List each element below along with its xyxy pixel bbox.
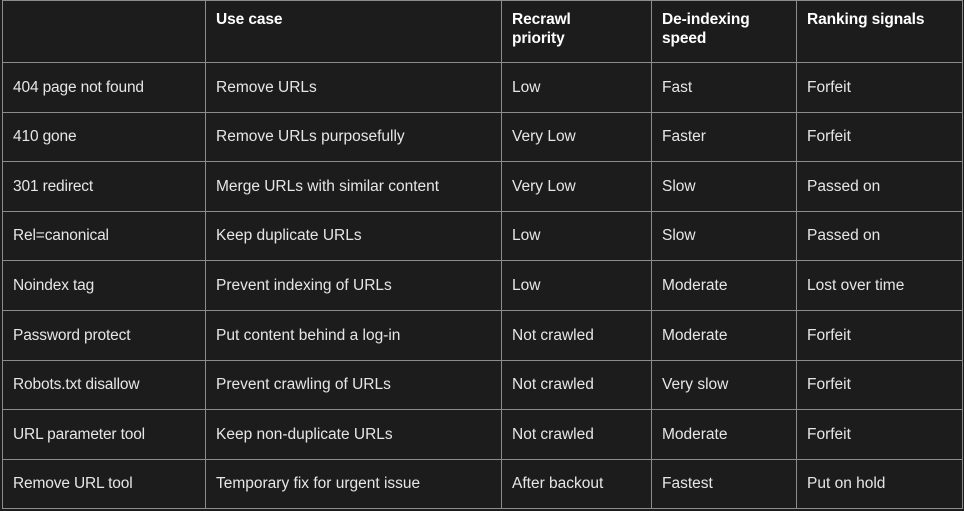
row-label-method: URL parameter tool — [2, 409, 206, 460]
cell-deindexing-speed: Moderate — [651, 409, 797, 460]
table-corner-cell — [2, 0, 206, 63]
table-body: 404 page not found Remove URLs Low Fast Forf… — [2, 62, 963, 510]
cell-recrawl-priority: Not crawled — [501, 409, 652, 460]
table-row: 410 gone Remove URLs purposefully Very Low… — [2, 111, 963, 163]
table-row: 301 redirect Merge URLs with similar cont… — [2, 161, 963, 212]
cell-use-case: Keep non-duplicate URLs — [205, 409, 502, 460]
cell-ranking-signals: Passed on — [796, 161, 963, 212]
cell-deindexing-speed: Slow — [651, 210, 797, 262]
cell-ranking-signals: Forfeit — [796, 409, 963, 460]
row-label-method: 410 gone — [2, 111, 206, 163]
column-header-recrawl-priority: Recrawl priority — [501, 0, 652, 63]
cell-use-case: Merge URLs with similar content — [205, 161, 502, 212]
row-label-method: Robots.txt disallow — [2, 359, 206, 411]
cell-use-case: Keep duplicate URLs — [205, 210, 502, 262]
cell-use-case: Put content behind a log-in — [205, 309, 502, 361]
cell-use-case: Prevent crawling of URLs — [205, 359, 502, 411]
seo-url-removal-comparison-table: Use case Recrawl priority De-indexing sp… — [2, 0, 963, 510]
cell-deindexing-speed: Very slow — [651, 359, 797, 411]
cell-deindexing-speed: Faster — [651, 111, 797, 163]
cell-ranking-signals: Passed on — [796, 210, 963, 262]
row-label-method: Noindex tag — [2, 260, 206, 311]
table-header: Use case Recrawl priority De-indexing sp… — [2, 0, 963, 63]
cell-recrawl-priority: Low — [501, 260, 652, 311]
cell-deindexing-speed: Fastest — [651, 458, 797, 510]
row-label-method: 301 redirect — [2, 161, 206, 212]
cell-ranking-signals: Lost over time — [796, 260, 963, 311]
column-header-deindexing-speed-line-1: De-indexing — [662, 11, 750, 28]
cell-ranking-signals: Forfeit — [796, 359, 963, 411]
cell-use-case: Remove URLs purposefully — [205, 111, 502, 163]
cell-recrawl-priority: Very Low — [501, 111, 652, 163]
cell-recrawl-priority: Low — [501, 62, 652, 113]
table-row: Noindex tag Prevent indexing of URLs Low Mo… — [2, 260, 963, 311]
table-row: 404 page not found Remove URLs Low Fast Forf… — [2, 62, 963, 113]
column-header-recrawl-priority-line-2: priority — [512, 30, 565, 48]
row-label-method: 404 page not found — [2, 62, 206, 113]
cell-recrawl-priority: Low — [501, 210, 652, 262]
column-header-deindexing-speed: De-indexing speed — [651, 0, 797, 63]
cell-deindexing-speed: Moderate — [651, 260, 797, 311]
column-header-recrawl-priority-line-1: Recrawl — [512, 11, 571, 28]
table-row: Remove URL tool Temporary fix for urgent … — [2, 458, 963, 510]
table-row: URL parameter tool Keep non-duplicate URL… — [2, 409, 963, 460]
table-row: Password protect Put content behind a log… — [2, 309, 963, 361]
cell-deindexing-speed: Moderate — [651, 309, 797, 361]
cell-use-case: Temporary fix for urgent issue — [205, 458, 502, 510]
column-header-ranking-signals-line-1: Ranking signals — [807, 11, 925, 28]
cell-deindexing-speed: Fast — [651, 62, 797, 113]
cell-deindexing-speed: Slow — [651, 161, 797, 212]
cell-recrawl-priority: Very Low — [501, 161, 652, 212]
column-header-use-case-line-1: Use case — [216, 11, 283, 28]
cell-recrawl-priority: Not crawled — [501, 309, 652, 361]
cell-ranking-signals: Forfeit — [796, 111, 963, 163]
column-header-ranking-signals: Ranking signals — [796, 0, 963, 63]
row-label-method: Password protect — [2, 309, 206, 361]
column-header-deindexing-speed-line-2: speed — [662, 30, 707, 48]
cell-recrawl-priority: Not crawled — [501, 359, 652, 411]
cell-use-case: Remove URLs — [205, 62, 502, 113]
column-header-use-case: Use case — [205, 0, 502, 63]
row-label-method: Remove URL tool — [2, 458, 206, 510]
cell-use-case: Prevent indexing of URLs — [205, 260, 502, 311]
comparison-table-container: Use case Recrawl priority De-indexing sp… — [0, 0, 964, 511]
cell-ranking-signals: Forfeit — [796, 309, 963, 361]
table-header-row: Use case Recrawl priority De-indexing sp… — [2, 0, 963, 63]
table-row: Robots.txt disallow Prevent crawling of U… — [2, 359, 963, 411]
cell-ranking-signals: Forfeit — [796, 62, 963, 113]
cell-recrawl-priority: After backout — [501, 458, 652, 510]
row-label-method: Rel=canonical — [2, 210, 206, 262]
cell-ranking-signals: Put on hold — [796, 458, 963, 510]
table-row: Rel=canonical Keep duplicate URLs Low Slow P… — [2, 210, 963, 262]
